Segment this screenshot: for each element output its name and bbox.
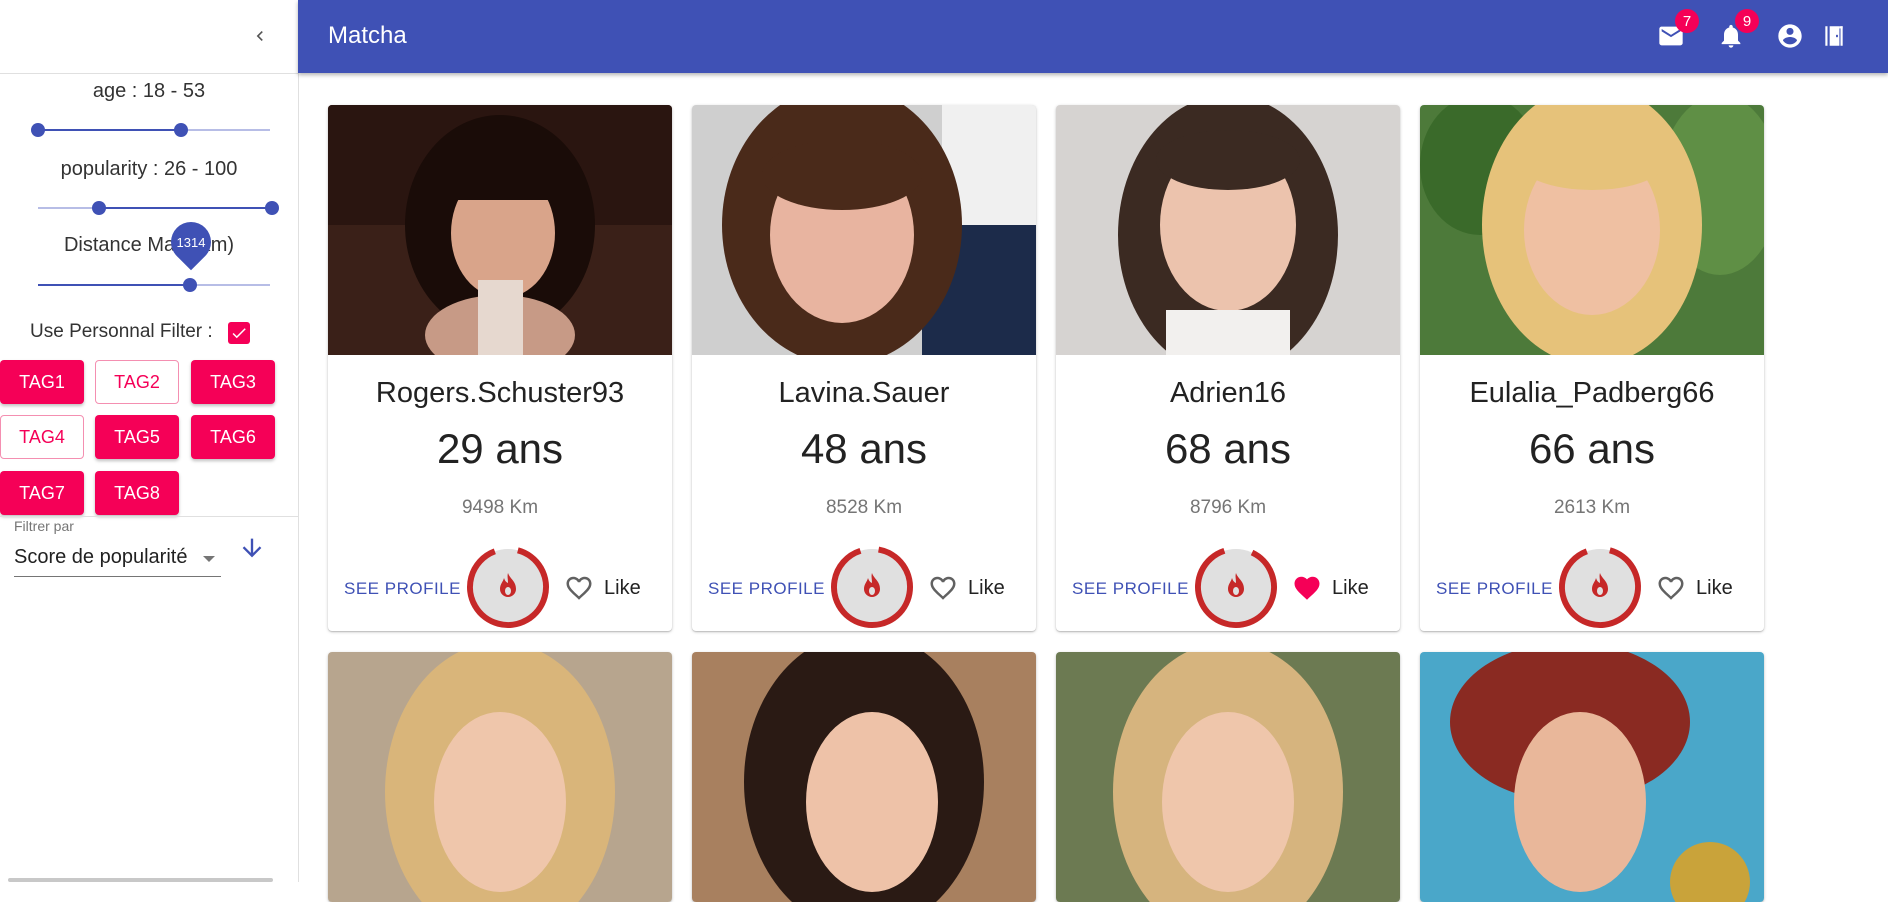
popularity-score-button[interactable] <box>466 545 550 629</box>
like-label[interactable]: Like <box>604 577 641 600</box>
like-label[interactable]: Like <box>1332 577 1369 600</box>
tag-chip-1[interactable]: TAG1 <box>0 360 84 404</box>
distance-slider[interactable] <box>38 278 270 292</box>
profile-photo <box>1056 105 1400 355</box>
account-circle-icon <box>1778 24 1802 48</box>
profile-card: Lavina.Sauer 48 ans 8528 Km SEE PROFILE … <box>692 105 1036 631</box>
messages-badge: 7 <box>1675 9 1699 33</box>
sort-direction-button[interactable] <box>238 533 266 563</box>
chevron-left-icon <box>256 31 263 41</box>
heart-filled-icon[interactable] <box>1292 573 1322 603</box>
see-profile-button[interactable]: SEE PROFILE <box>344 579 461 599</box>
profile-card <box>692 652 1036 902</box>
popularity-range-slider[interactable] <box>38 201 279 215</box>
profile-card: Adrien16 68 ans 8796 Km SEE PROFILE Like <box>1056 105 1400 631</box>
sort-select-value: Score de popularité <box>14 546 188 568</box>
profile-photo <box>1420 105 1764 355</box>
messages-button[interactable]: 7 <box>1653 9 1699 54</box>
card-username: Adrien16 <box>1169 377 1287 409</box>
popularity-range-label: popularity : 26 - 100 <box>60 158 238 180</box>
card-distance: 9498 Km <box>461 497 539 518</box>
popularity-score-button[interactable] <box>1194 545 1278 629</box>
heart-outline-icon[interactable] <box>1656 573 1686 603</box>
profile-card <box>328 652 672 902</box>
heart-outline-icon[interactable] <box>564 573 594 603</box>
profile-photo <box>328 105 672 355</box>
card-distance: 8528 Km <box>825 497 903 518</box>
card-distance: 8796 Km <box>1189 497 1267 518</box>
arrow-down-icon <box>242 538 262 558</box>
age-max-thumb[interactable] <box>174 123 188 137</box>
profile-card: Rogers.Schuster93 29 ans 9498 Km SEE PRO… <box>328 105 672 631</box>
card-distance: 2613 Km <box>1553 497 1631 518</box>
card-age: 29 ans <box>436 425 564 472</box>
distance-label: Distance Max (Km) <box>63 234 235 256</box>
card-age: 68 ans <box>1164 425 1292 472</box>
filter-by-label: Filtrer par <box>14 518 74 534</box>
notifications-button[interactable]: 9 <box>1713 9 1759 54</box>
filter-sidebar: age : 18 - 53 popularity : 26 - 100 Dist… <box>0 0 299 882</box>
profile-photo <box>328 652 672 902</box>
sidebar-scrollbar[interactable] <box>8 878 273 882</box>
app-bar: Matcha 7 9 <box>298 0 1888 73</box>
tag-chip-7[interactable]: TAG7 <box>0 471 84 515</box>
dropdown-arrow-icon <box>203 556 215 562</box>
profile-card <box>1420 652 1764 902</box>
personal-filter-label: Use Personnal Filter : <box>30 321 213 342</box>
card-age: 48 ans <box>800 425 928 472</box>
distance-value: 1314 <box>176 235 206 250</box>
profile-photo <box>692 105 1036 355</box>
profile-photo <box>1056 652 1400 902</box>
tag-chip-5[interactable]: TAG5 <box>95 415 179 459</box>
profile-card: Eulalia_Padberg66 66 ans 2613 Km SEE PRO… <box>1420 105 1764 631</box>
tag-chip-6[interactable]: TAG6 <box>191 415 275 459</box>
card-username: Eulalia_Padberg66 <box>1469 377 1715 409</box>
see-profile-button[interactable]: SEE PROFILE <box>708 579 825 599</box>
popularity-ring <box>831 546 913 628</box>
collapse-sidebar-button[interactable] <box>246 22 274 50</box>
see-profile-button[interactable]: SEE PROFILE <box>1436 579 1553 599</box>
popularity-max-thumb[interactable] <box>265 201 279 215</box>
profile-card <box>1056 652 1400 902</box>
sidebar-header <box>0 0 298 74</box>
tag-chip-8[interactable]: TAG8 <box>95 471 179 515</box>
popularity-ring <box>1195 546 1277 628</box>
card-username: Rogers.Schuster93 <box>375 377 625 409</box>
tag-chip-2[interactable]: TAG2 <box>95 360 179 404</box>
tag-chip-4[interactable]: TAG4 <box>0 415 84 459</box>
card-age: 66 ans <box>1528 425 1656 472</box>
notifications-badge: 9 <box>1735 9 1759 33</box>
popularity-min-thumb[interactable] <box>92 201 106 215</box>
profile-button[interactable] <box>1772 18 1808 54</box>
sort-select[interactable]: Score de popularité <box>14 540 221 577</box>
popularity-ring <box>1559 546 1641 628</box>
age-range-slider[interactable] <box>31 123 270 137</box>
tag-chip-3[interactable]: TAG3 <box>191 360 275 404</box>
heart-outline-icon[interactable] <box>928 573 958 603</box>
card-username: Lavina.Sauer <box>778 377 950 409</box>
logout-button[interactable] <box>1816 18 1852 54</box>
like-label[interactable]: Like <box>968 577 1005 600</box>
popularity-score-button[interactable] <box>1558 545 1642 629</box>
popularity-ring <box>467 546 549 628</box>
sidebar-divider <box>0 516 298 517</box>
personal-filter-checkbox[interactable] <box>228 322 250 344</box>
popularity-score-button[interactable] <box>830 545 914 629</box>
check-icon <box>232 328 246 339</box>
see-profile-button[interactable]: SEE PROFILE <box>1072 579 1189 599</box>
like-label[interactable]: Like <box>1696 577 1733 600</box>
age-min-thumb[interactable] <box>31 123 45 137</box>
age-range-label: age : 18 - 53 <box>92 80 206 102</box>
distance-thumb[interactable] <box>183 278 197 292</box>
app-title: Matcha <box>328 22 407 49</box>
profile-photo <box>692 652 1036 902</box>
profile-photo <box>1420 652 1764 902</box>
door-exit-icon <box>1825 26 1843 46</box>
